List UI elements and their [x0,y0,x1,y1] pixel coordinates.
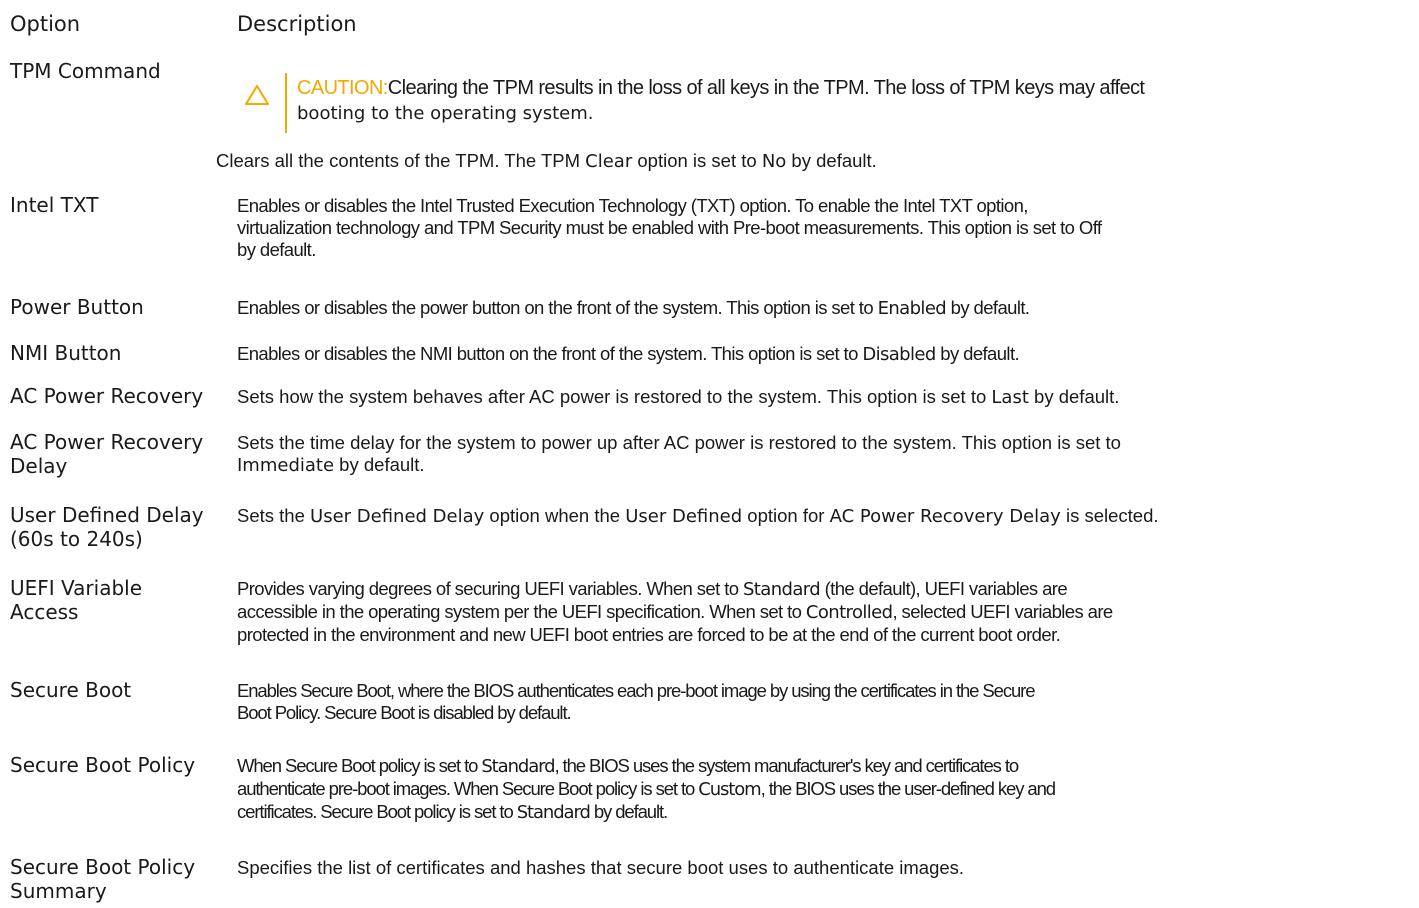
option-uefi-variable-access: UEFI Variable Access [10,576,143,624]
warning-triangle-icon [245,85,269,105]
option-secure-boot-policy: Secure Boot Policy [10,753,196,777]
caution-note: CAUTION:Clearing the TPM results in the … [297,76,1397,126]
option-user-defined-delay: User Defined Delay (60s to 240s) [10,503,204,551]
option-tpm-command: TPM Command [10,59,161,83]
uefi-variable-access-description: Provides varying degrees of securing UEF… [237,578,1113,645]
option-intel-txt: Intel TXT [10,193,99,217]
ac-power-recovery-description: Sets how the system behaves after AC pow… [237,386,1120,408]
user-defined-delay-description: Sets the User Defined Delay option when … [237,505,1159,527]
caution-bar [285,73,287,133]
intel-txt-description: Enables or disables the Intel Trusted Ex… [237,195,1102,260]
secure-boot-policy-summary-description: Specifies the list of certificates and h… [237,857,965,878]
caution-line-2: booting to the operating system. [297,103,594,124]
secure-boot-policy-description: When Secure Boot policy is set to Standa… [237,755,1056,823]
caution-label: CAUTION: [297,77,388,99]
caution-line-1: Clearing the TPM results in the loss of … [387,77,1145,99]
header-description: Description [237,12,357,36]
option-ac-power-recovery-delay: AC Power Recovery Delay [10,430,204,478]
option-nmi-button: NMI Button [10,341,122,365]
ac-power-recovery-delay-description: Sets the time delay for the system to po… [237,432,1121,476]
option-secure-boot-policy-summary: Secure Boot Policy Summary [10,855,196,903]
tpm-description: Clears all the contents of the TPM. The … [216,150,877,172]
secure-boot-description: Enables Secure Boot, where the BIOS auth… [237,680,1036,723]
nmi-button-description: Enables or disables the NMI button on th… [237,343,1020,365]
power-button-description: Enables or disables the power button on … [237,297,1030,319]
option-power-button: Power Button [10,295,144,319]
option-ac-power-recovery: AC Power Recovery [10,384,204,408]
option-secure-boot: Secure Boot [10,678,132,702]
header-option: Option [10,12,81,36]
